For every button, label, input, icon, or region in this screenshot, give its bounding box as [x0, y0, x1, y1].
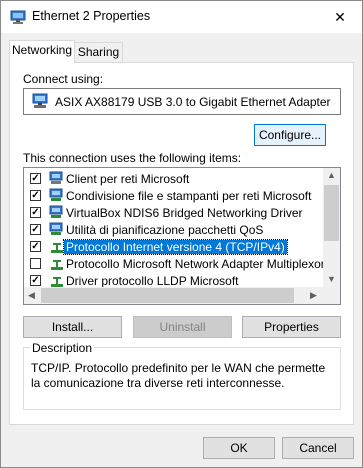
scrollbar-corner: [323, 287, 340, 304]
tab-networking[interactable]: Networking: [9, 40, 75, 63]
list-item[interactable]: ✓ VirtualBox NDIS6 Bridged Networking Dr…: [24, 205, 324, 222]
network-client-icon: [49, 171, 63, 184]
network-adapter-icon: [32, 93, 48, 108]
vertical-scrollbar[interactable]: ▲ ▼: [323, 168, 340, 287]
description-text: TCP/IP. Protocollo predefinito per le WA…: [31, 361, 326, 390]
properties-dialog: Ethernet 2 Properties ✕ Networking Shari…: [0, 0, 363, 468]
item-label: VirtualBox NDIS6 Bridged Networking Driv…: [66, 206, 303, 220]
list-item[interactable]: ✓ Utilità di pianificazione pacchetti Qo…: [24, 222, 324, 239]
connect-using-label: Connect using:: [23, 72, 104, 86]
ok-button[interactable]: OK: [203, 437, 275, 459]
item-checkbox[interactable]: ✓: [30, 207, 41, 218]
window-title: Ethernet 2 Properties: [32, 9, 151, 23]
install-button[interactable]: Install...: [23, 316, 122, 338]
list-item[interactable]: Protocollo Microsoft Network Adapter Mul…: [24, 256, 325, 273]
uninstall-button[interactable]: Uninstall: [133, 316, 232, 338]
horizontal-scrollbar[interactable]: ◀ ▶: [24, 287, 323, 304]
item-checkbox[interactable]: ✓: [30, 241, 41, 252]
scroll-down-icon[interactable]: ▼: [327, 274, 336, 284]
network-service-icon: [49, 222, 63, 235]
protocol-icon: [51, 243, 63, 253]
horizontal-scroll-thumb[interactable]: [41, 288, 294, 303]
item-label: Protocollo Microsoft Network Adapter Mul…: [66, 257, 325, 271]
scroll-left-icon[interactable]: ◀: [28, 290, 35, 301]
item-checkbox[interactable]: ✓: [30, 173, 41, 184]
item-checkbox[interactable]: ✓: [30, 275, 41, 286]
scroll-up-icon[interactable]: ▲: [327, 170, 336, 180]
close-button[interactable]: ✕: [318, 1, 362, 33]
tab-sharing[interactable]: Sharing: [75, 42, 123, 62]
item-label: Utilità di pianificazione pacchetti QoS: [66, 223, 264, 237]
vertical-scroll-thumb[interactable]: [324, 185, 339, 241]
item-checkbox[interactable]: [30, 258, 41, 269]
protocol-icon: [51, 260, 63, 270]
items-label: This connection uses the following items…: [23, 151, 242, 165]
components-list[interactable]: ✓ Client per reti Microsoft ✓ Condivisio…: [23, 167, 341, 305]
network-service-icon: [49, 188, 63, 201]
cancel-button[interactable]: Cancel: [282, 437, 354, 459]
configure-button[interactable]: Configure...: [254, 124, 326, 146]
description-legend: Description: [30, 341, 95, 355]
network-service-icon: [49, 205, 63, 218]
network-adapter-icon: [10, 10, 26, 24]
scroll-right-icon[interactable]: ▶: [310, 290, 317, 301]
item-checkbox[interactable]: ✓: [30, 190, 41, 201]
item-label: Protocollo Internet versione 4 (TCP/IPv4…: [63, 239, 288, 255]
list-item[interactable]: ✓ Client per reti Microsoft: [24, 171, 324, 188]
item-label: Client per reti Microsoft: [66, 172, 190, 186]
item-checkbox[interactable]: ✓: [30, 224, 41, 235]
item-label: Condivisione file e stampanti per reti M…: [66, 189, 312, 203]
adapter-field: ASIX AX88179 USB 3.0 to Gigabit Ethernet…: [23, 88, 341, 115]
list-item[interactable]: ✓ Condivisione file e stampanti per reti…: [24, 188, 324, 205]
item-label: Driver protocollo LLDP Microsoft: [66, 274, 239, 288]
list-item-selected[interactable]: ✓ Protocollo Internet versione 4 (TCP/IP…: [24, 239, 324, 256]
properties-button[interactable]: Properties: [242, 316, 341, 338]
adapter-name: ASIX AX88179 USB 3.0 to Gigabit Ethernet…: [55, 95, 331, 109]
title-bar: Ethernet 2 Properties ✕: [1, 1, 362, 33]
close-icon: ✕: [334, 8, 346, 25]
